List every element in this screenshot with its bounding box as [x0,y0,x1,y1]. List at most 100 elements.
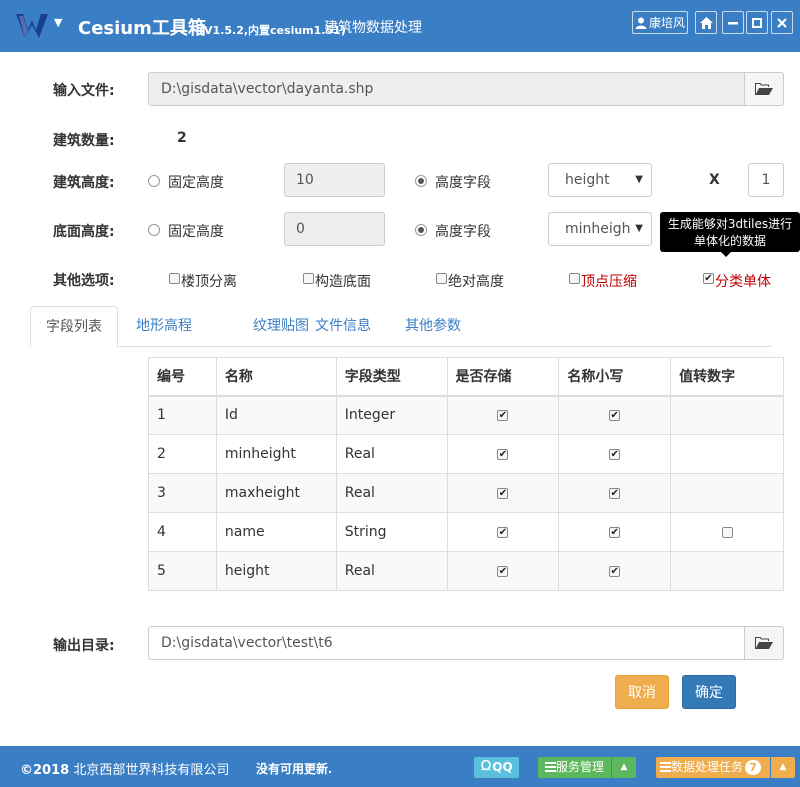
building-height-fixed-radio[interactable] [148,175,160,187]
base-height-label: 底面高度: [53,224,115,240]
lowercase-cell: ✔ [558,434,672,474]
field-name-cell: height [215,551,337,591]
user-icon [635,17,647,29]
field-name-cell: Id [215,395,337,435]
base-height-field-value: minheigh [565,221,631,237]
input-file-field[interactable]: D:\gisdata\vector\dayanta.shp [148,72,745,106]
cancel-button[interactable]: 取消 [615,675,669,709]
tab-field-list[interactable]: 字段列表 [30,306,118,347]
close-button[interactable] [771,11,793,34]
lowercase-cell: ✔ [558,395,672,435]
base-height-fixed-label: 固定高度 [168,224,224,240]
lowercase-checkbox[interactable]: ✔ [609,409,621,421]
building-height-fixed-input[interactable]: 10 [284,163,385,197]
user-button[interactable]: 康培风 [632,11,688,34]
app-logo-icon[interactable] [16,12,48,40]
classify-unit-label: 分类单体 [715,274,771,290]
classify-unit-checkbox[interactable]: ✔ [703,273,714,284]
to-number-cell [670,473,784,513]
store-checkbox[interactable]: ✔ [497,448,509,460]
minimize-button[interactable] [722,11,744,34]
other-options-label: 其他选项: [53,273,115,289]
fields-table: 编号 名称 字段类型 是否存储 名称小写 值转数字 1 Id Integer ✔… [148,357,784,591]
base-height-field-select[interactable]: minheigh ▼ [548,212,652,246]
base-height-fixed-radio[interactable] [148,224,160,236]
classification-tooltip: 生成能够对3dtiles进行 单体化的数据 [660,212,800,252]
store-checkbox[interactable]: ✔ [497,487,509,499]
field-type-cell: String [335,512,448,552]
store-checkbox[interactable]: ✔ [497,565,509,577]
table-row: 2 minheight Real ✔ ✔ [148,434,784,474]
output-dir-label: 输出目录: [53,638,115,654]
to-number-cell [670,551,784,591]
menu-dropdown-caret-icon[interactable]: ▼ [54,16,62,29]
field-type-cell: Real [335,434,448,474]
lowercase-checkbox[interactable]: ✔ [609,526,621,538]
company-name: 北京西部世界科技有限公司 [73,763,230,778]
service-menu-caret-icon[interactable]: ▲ [612,757,636,778]
store-cell: ✔ [446,395,560,435]
tab-other-params[interactable]: 其他参数 [391,306,475,347]
base-height-field-label: 高度字段 [435,224,491,240]
field-type-cell: Real [335,473,448,513]
maximize-button[interactable] [746,11,768,34]
table-row: 1 Id Integer ✔ ✔ [148,395,784,435]
lowercase-checkbox[interactable]: ✔ [609,487,621,499]
field-id-cell: 5 [148,551,217,591]
ok-button[interactable]: 确定 [682,675,736,709]
store-cell: ✔ [446,512,560,552]
field-id-cell: 1 [148,395,217,435]
tooltip-arrow [721,252,731,257]
field-id-cell: 4 [148,512,217,552]
copyright-year: ©2018 [20,763,70,778]
update-status: 没有可用更新. [256,762,333,776]
column-header: 是否存储 [446,357,560,397]
maximize-icon [752,17,762,28]
tooltip-line-2: 单体化的数据 [693,234,766,248]
base-height-fixed-input[interactable]: 0 [284,212,385,246]
column-header: 编号 [148,357,217,397]
copyright: ©2018 北京西部世界科技有限公司 [20,759,229,778]
building-height-field-select[interactable]: height ▼ [548,163,652,197]
page-subtitle: 建筑物数据处理 [324,20,422,36]
lowercase-cell: ✔ [558,551,672,591]
field-name-cell: maxheight [215,473,337,513]
output-dir-field[interactable]: D:\gisdata\vector\test\t6 [148,626,745,660]
column-header: 值转数字 [670,357,784,397]
field-id-cell: 2 [148,434,217,474]
vertex-compress-checkbox[interactable] [569,273,580,284]
status-bar: ©2018 北京西部世界科技有限公司 没有可用更新. QQ 服务管理 ▲ 数据处… [0,746,800,787]
user-name: 康培风 [648,16,685,30]
tasks-menu-caret-icon[interactable]: ▲ [771,757,795,778]
table-row: 4 name String ✔ ✔ [148,512,784,552]
service-management-label: 服务管理 [555,760,604,774]
base-height-field-radio[interactable] [415,224,427,236]
folder-open-icon [755,637,773,649]
browse-input-button[interactable] [744,72,784,106]
column-header: 名称 [215,357,337,397]
home-button[interactable] [695,11,717,34]
lowercase-checkbox[interactable]: ✔ [609,565,621,577]
lowercase-checkbox[interactable]: ✔ [609,448,621,460]
building-height-field-radio[interactable] [415,175,427,187]
roof-separate-checkbox[interactable] [169,273,180,284]
data-tasks-button[interactable]: 数据处理任务 7 [656,757,770,778]
browse-output-button[interactable] [744,626,784,660]
qq-button[interactable]: QQ [474,757,519,778]
store-checkbox[interactable]: ✔ [497,409,509,421]
tab-terrain-elevation[interactable]: 地形高程 [122,306,206,347]
build-bottom-label: 构造底面 [315,274,371,290]
minimize-icon [728,21,738,24]
service-management-button[interactable]: 服务管理 [538,757,611,778]
field-id-cell: 3 [148,473,217,513]
to-number-cell [670,512,784,552]
height-multiplier-input[interactable]: 1 [748,163,784,197]
store-checkbox[interactable]: ✔ [497,526,509,538]
absolute-height-checkbox[interactable] [436,273,447,284]
to-number-checkbox[interactable] [721,526,733,538]
tab-file-info[interactable]: 文件信息 [301,306,385,347]
build-bottom-checkbox[interactable] [303,273,314,284]
table-header-row: 编号 名称 字段类型 是否存储 名称小写 值转数字 [148,357,784,397]
field-name-cell: name [215,512,337,552]
data-tasks-label: 数据处理任务 [671,760,744,774]
